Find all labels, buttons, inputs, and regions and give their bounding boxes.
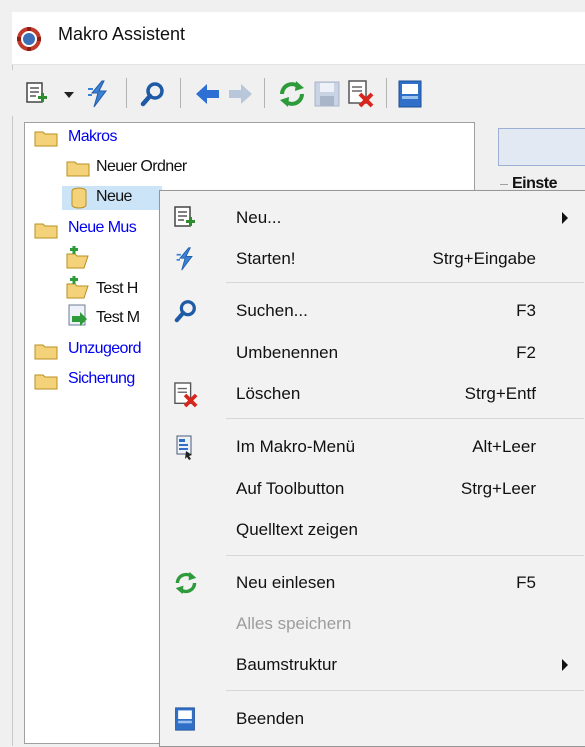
- menu-item-label: Neu...: [236, 208, 282, 227]
- tree-item-test-m[interactable]: Test M: [96, 309, 140, 327]
- new-icon[interactable]: [26, 82, 48, 106]
- toolbar-separator: [126, 78, 127, 108]
- groupbox-border: [500, 184, 508, 185]
- menu-macro-icon: [176, 435, 192, 460]
- right-panel-button[interactable]: [498, 128, 585, 166]
- macro-file-icon: [68, 304, 87, 326]
- menu-item-starten[interactable]: Starten! Strg+Eingabe: [160, 240, 585, 276]
- tree-item-unzugeordnet[interactable]: Unzugeord: [68, 340, 141, 358]
- menu-item-label: Auf Toolbutton: [236, 479, 345, 498]
- submenu-arrow-icon: [562, 659, 568, 671]
- forward-arrow-icon[interactable]: [228, 83, 252, 105]
- back-arrow-icon[interactable]: [196, 83, 220, 105]
- menu-item-shortcut: Strg+Leer: [460, 479, 536, 498]
- tree-item-neue-mus[interactable]: Neue Mus: [68, 219, 137, 237]
- folder-icon: [34, 374, 58, 390]
- run-icon[interactable]: [86, 80, 112, 108]
- menu-separator: [226, 282, 584, 283]
- menu-item-suchen[interactable]: Suchen... F3: [160, 292, 585, 328]
- menu-separator: [226, 690, 584, 691]
- menu-item-neu-einlesen[interactable]: Neu einlesen F5: [160, 564, 585, 600]
- menu-item-shortcut: Alt+Leer: [472, 437, 536, 456]
- menu-item-label: Neu einlesen: [236, 573, 336, 592]
- submenu-arrow-icon: [562, 212, 568, 224]
- folder-icon: [34, 223, 58, 239]
- menu-item-loeschen[interactable]: Löschen Strg+Entf: [160, 375, 585, 411]
- menu-item-label: Starten!: [236, 249, 296, 268]
- window-title: Makro Assistent: [58, 24, 186, 44]
- context-menu: Neu... Starten! Strg+Eingabe Suchen... F…: [159, 190, 585, 747]
- folder-icon: [34, 344, 58, 360]
- menu-item-label: Baumstruktur: [236, 655, 338, 674]
- menu-item-shortcut: Strg+Entf: [464, 384, 536, 403]
- menu-item-label: Löschen: [236, 384, 301, 403]
- dropdown-arrow-icon[interactable]: [64, 92, 74, 100]
- menu-item-label: Quelltext zeigen: [236, 520, 358, 539]
- toolbar-separator: [180, 78, 181, 108]
- menu-separator: [226, 555, 584, 556]
- tree-item-neuer-ordner[interactable]: Neuer Ordner: [96, 158, 187, 176]
- exit-icon: [175, 707, 195, 731]
- folder-icon: [66, 161, 90, 177]
- refresh-icon[interactable]: [278, 80, 306, 108]
- menu-item-label: Im Makro-Menü: [236, 437, 356, 456]
- tree-item-neue[interactable]: Neue: [96, 188, 132, 206]
- tree-item-sicherung[interactable]: Sicherung: [68, 370, 135, 388]
- menu-item-umbenennen[interactable]: Umbenennen F2: [160, 334, 585, 370]
- toolbar-separator: [264, 78, 265, 108]
- menu-separator: [226, 418, 584, 419]
- menu-item-im-makro-menue[interactable]: Im Makro-Menü Alt+Leer: [160, 428, 585, 464]
- menu-item-alles-speichern[interactable]: Alles speichern: [160, 605, 585, 641]
- macro-assistant-app-icon: [17, 27, 41, 51]
- menu-item-shortcut: Strg+Eingabe: [432, 249, 537, 268]
- folder-icon: [34, 131, 58, 147]
- delete-icon: [174, 382, 198, 408]
- menu-item-label: Suchen...: [236, 301, 308, 320]
- menu-item-label: Alles speichern: [236, 614, 352, 633]
- menu-item-quelltext-zeigen[interactable]: Quelltext zeigen: [160, 511, 585, 547]
- menu-item-shortcut: F3: [516, 301, 536, 320]
- menu-item-label: Beenden: [236, 709, 305, 728]
- menu-item-beenden[interactable]: Beenden: [160, 700, 585, 736]
- search-icon[interactable]: [140, 81, 166, 107]
- tree-item-test-h[interactable]: Test H: [96, 280, 138, 298]
- delete-icon[interactable]: [348, 80, 374, 108]
- run-icon: [176, 247, 193, 271]
- menu-item-label: Umbenennen: [236, 343, 339, 362]
- open-folder-icon: [66, 276, 89, 299]
- save-icon[interactable]: [314, 81, 340, 107]
- tree-item-makros[interactable]: Makros: [68, 128, 117, 146]
- menu-item-auf-toolbutton[interactable]: Auf Toolbutton Strg+Leer: [160, 470, 585, 506]
- exit-icon[interactable]: [398, 80, 422, 108]
- new-icon: [174, 206, 195, 227]
- search-icon: [174, 300, 196, 323]
- menu-item-baumstruktur[interactable]: Baumstruktur: [160, 646, 585, 682]
- refresh-icon: [175, 571, 197, 595]
- open-folder-icon: [66, 246, 89, 269]
- menu-item-shortcut: F2: [516, 343, 536, 362]
- menu-item-shortcut: F5: [516, 573, 536, 592]
- toolbar-separator: [386, 78, 387, 108]
- database-icon: [71, 187, 87, 209]
- menu-item-neu[interactable]: Neu...: [160, 199, 585, 235]
